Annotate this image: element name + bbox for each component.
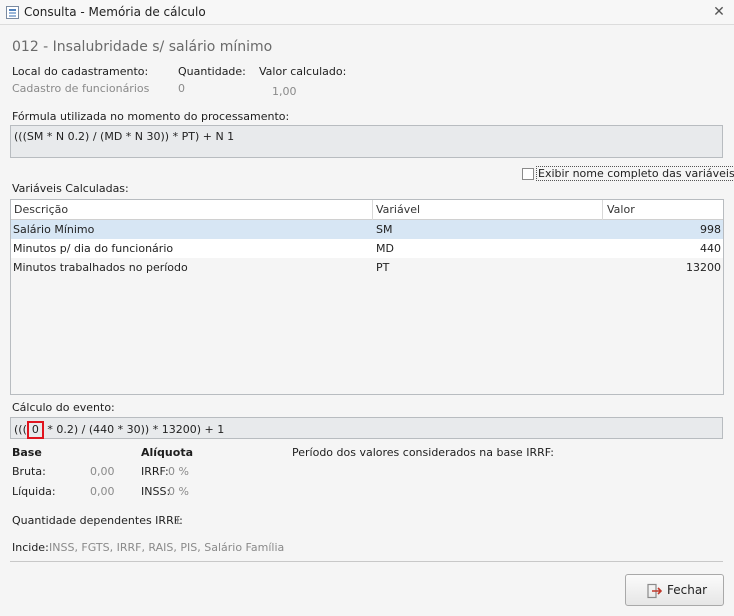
inss-value: 0 %	[168, 485, 189, 498]
table-header: Descrição Variável Valor	[11, 200, 723, 220]
formula-text: (((SM * N 0.2) / (MD * N 30)) * PT) + N …	[14, 130, 235, 143]
calculo-text: (((0 * 0.2) / (440 * 30)) * 13200) + 1	[14, 421, 224, 439]
cell-descricao: Minutos trabalhados no período	[13, 261, 188, 274]
column-divider[interactable]	[602, 200, 603, 220]
column-divider[interactable]	[372, 200, 373, 220]
base-header: Base	[12, 446, 42, 459]
dialog-content: 012 - Insalubridade s/ salário mínimo Lo…	[0, 25, 734, 616]
incide-label: Incide:	[12, 541, 49, 554]
fechar-button[interactable]: Fechar	[625, 574, 724, 606]
table-row[interactable]: Minutos trabalhados no período PT 13200	[11, 258, 723, 277]
variables-table[interactable]: Descrição Variável Valor Salário Mínimo …	[10, 199, 724, 395]
cell-valor: 998	[700, 223, 721, 236]
valor-calculado-value: 1,00	[272, 85, 297, 98]
show-full-names-label[interactable]: Exibir nome completo das variáveis	[536, 166, 734, 181]
liquida-value: 0,00	[90, 485, 115, 498]
bruta-value: 0,00	[90, 465, 115, 478]
calculo-box: (((0 * 0.2) / (440 * 30)) * 13200) + 1	[10, 417, 723, 439]
quantidade-label: Quantidade:	[178, 65, 246, 78]
cell-variavel: SM	[376, 223, 393, 236]
cell-valor: 13200	[686, 261, 721, 274]
inss-label: INSS:	[141, 485, 171, 498]
app-window-icon	[6, 6, 19, 19]
quantidade-value: 0	[178, 82, 185, 95]
aliquota-header: Alíquota	[141, 446, 193, 459]
calculo-highlighted-value: 0	[26, 421, 44, 439]
incide-value: INSS, FGTS, IRRF, RAIS, PIS, Salário Fam…	[49, 541, 285, 554]
variaveis-label: Variáveis Calculadas:	[12, 182, 129, 195]
local-value: Cadastro de funcionários	[12, 82, 150, 95]
valor-calculado-label: Valor calculado:	[259, 65, 347, 78]
liquida-label: Líquida:	[12, 485, 56, 498]
calculo-prefix: (((	[14, 423, 27, 436]
cell-valor: 440	[700, 242, 721, 255]
formula-label: Fórmula utilizada no momento do processa…	[12, 110, 290, 123]
table-row[interactable]: Minutos p/ dia do funcionário MD 440	[11, 239, 723, 258]
column-header-descricao[interactable]: Descrição	[14, 203, 68, 216]
cell-variavel: MD	[376, 242, 394, 255]
event-title: 012 - Insalubridade s/ salário mínimo	[12, 39, 273, 55]
formula-box: (((SM * N 0.2) / (MD * N 30)) * PT) + N …	[10, 125, 723, 158]
cell-descricao: Salário Mínimo	[13, 223, 95, 236]
dependentes-value: 1	[174, 514, 181, 527]
exit-door-icon	[647, 583, 662, 599]
calculo-label: Cálculo do evento:	[12, 401, 115, 414]
show-full-names-checkbox[interactable]	[522, 168, 534, 180]
column-header-variavel[interactable]: Variável	[376, 203, 420, 216]
irrf-value: 0 %	[168, 465, 189, 478]
bruta-label: Bruta:	[12, 465, 46, 478]
close-icon[interactable]: ✕	[711, 4, 727, 20]
dependentes-label: Quantidade dependentes IRRF:	[12, 514, 183, 527]
fechar-label: Fechar	[667, 583, 708, 597]
calculo-suffix: * 0.2) / (440 * 30)) * 13200) + 1	[43, 423, 225, 436]
footer-divider	[10, 561, 723, 562]
irrf-label: IRRF:	[141, 465, 169, 478]
table-row[interactable]: Salário Mínimo SM 998	[11, 220, 723, 239]
window-title: Consulta - Memória de cálculo	[24, 5, 206, 19]
cell-descricao: Minutos p/ dia do funcionário	[13, 242, 174, 255]
periodo-irrf-label: Período dos valores considerados na base…	[292, 446, 554, 459]
title-bar: Consulta - Memória de cálculo ✕	[0, 0, 734, 25]
cell-variavel: PT	[376, 261, 390, 274]
column-header-valor[interactable]: Valor	[607, 203, 635, 216]
local-label: Local do cadastramento:	[12, 65, 149, 78]
